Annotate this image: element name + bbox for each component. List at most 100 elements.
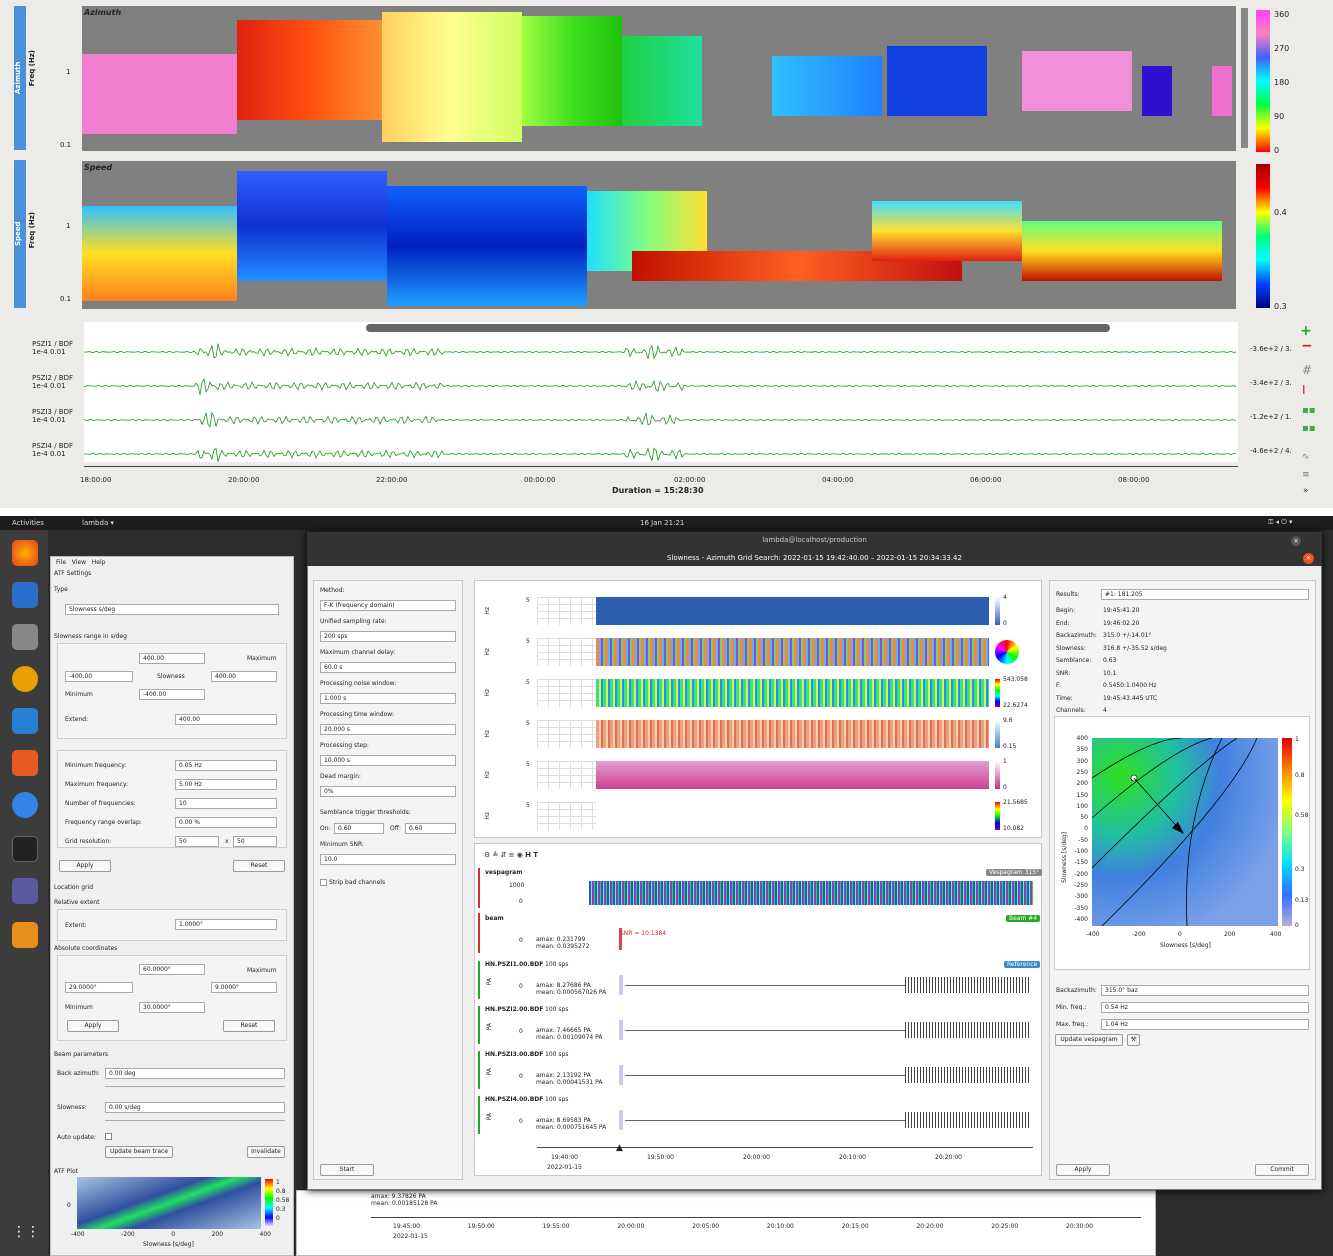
speed-spectrogram[interactable]	[82, 161, 1236, 309]
trace-pick[interactable]	[619, 1020, 623, 1040]
menu-view[interactable]: View	[72, 559, 86, 566]
baz2-input[interactable]: 315.0° baz	[1101, 985, 1309, 996]
max-freq-input[interactable]: 5.00 Hz	[175, 779, 277, 790]
app-menu[interactable]: lambda ▾	[82, 519, 114, 527]
time-scrollbar[interactable]	[366, 324, 1110, 332]
reset2-button[interactable]: Reset	[223, 1020, 275, 1032]
invalidate-button[interactable]: Invalidate	[247, 1146, 285, 1158]
screenshot-icon[interactable]	[12, 878, 38, 904]
files-icon[interactable]	[12, 624, 38, 650]
mail-icon[interactable]	[12, 582, 38, 608]
min-freq-input[interactable]: 0.05 Hz	[175, 760, 277, 771]
azimuth-tab[interactable]: Azimuth	[14, 6, 26, 150]
writer-icon[interactable]	[12, 708, 38, 734]
abs-right-input[interactable]: 9.0000°	[211, 982, 277, 993]
clock[interactable]: 16 Jan 21:21	[640, 519, 684, 527]
trace-toolbar[interactable]: ⚙ ≜ ⇵ ≡ ◉ H T	[484, 851, 538, 859]
reset-button[interactable]: Reset	[233, 860, 285, 872]
on-input[interactable]: 0.60	[334, 823, 384, 834]
baz-slider[interactable]	[105, 1086, 285, 1087]
trace-pick[interactable]	[619, 1065, 623, 1085]
lambda-icon[interactable]	[12, 922, 38, 948]
apply-button[interactable]: Apply	[59, 860, 111, 872]
filter-icon[interactable]: ∿	[1302, 452, 1310, 462]
trace-pick[interactable]	[619, 975, 623, 995]
activities-button[interactable]: Activities	[12, 519, 44, 527]
off-input[interactable]: 0.60	[405, 823, 456, 834]
firefox-icon[interactable]	[12, 540, 38, 566]
expand-icon[interactable]: »	[1303, 486, 1309, 496]
hm-image[interactable]	[596, 720, 989, 748]
strip-bad-checkbox[interactable]	[320, 879, 327, 886]
hm-image[interactable]	[596, 802, 989, 830]
grid-icon[interactable]: #	[1302, 363, 1312, 377]
param-input-dm[interactable]: 0%	[320, 786, 456, 797]
app-grid-icon[interactable]: ⋮⋮	[12, 1224, 40, 1250]
beam-pick[interactable]	[619, 928, 622, 950]
param-input-ptw[interactable]: 20.000 s	[320, 724, 456, 735]
terminal-icon[interactable]	[12, 836, 38, 862]
trace-pick[interactable]	[619, 1110, 623, 1130]
apply2-button[interactable]: Apply	[67, 1020, 119, 1032]
slowness-min-input[interactable]: -400.00	[139, 689, 205, 700]
fk-plot[interactable]	[1092, 738, 1278, 926]
vespagram-image[interactable]	[589, 881, 1033, 905]
list-icon[interactable]: ≡	[1302, 470, 1310, 480]
zoom-out-icon[interactable]: −	[1301, 338, 1313, 354]
azimuth-spectrogram[interactable]	[82, 6, 1236, 151]
overlap-input[interactable]: 0.00 %	[175, 817, 277, 828]
close-icon[interactable]: ×	[1291, 536, 1301, 546]
apply-results-button[interactable]: Apply	[1056, 1164, 1110, 1176]
hm-image[interactable]	[596, 679, 989, 707]
speed-tab[interactable]: Speed	[14, 160, 26, 308]
help-icon[interactable]	[12, 792, 38, 818]
maxf-input[interactable]: 1.04 Hz	[1101, 1019, 1309, 1030]
start-button[interactable]: Start	[320, 1164, 374, 1176]
minf-input[interactable]: 0.54 Hz	[1101, 1002, 1309, 1013]
rhythmbox-icon[interactable]	[12, 666, 38, 692]
menu-file[interactable]: File	[56, 559, 66, 566]
azimuth-scrollbar[interactable]	[1241, 8, 1248, 148]
abs-min-input[interactable]: 30.0000°	[139, 1002, 205, 1013]
update-vespagram-button[interactable]: Update vespagram	[1055, 1034, 1123, 1046]
min-snr-input[interactable]: 10.0	[320, 854, 456, 865]
type-select[interactable]: Slowness s/deg	[65, 604, 279, 615]
extend-input[interactable]: 400.00	[175, 714, 277, 725]
slowness-max-input[interactable]: 400.00	[139, 653, 205, 664]
results-select[interactable]: #1: 181.205	[1101, 589, 1309, 600]
menu-help[interactable]: Help	[92, 559, 106, 566]
param-input-mcd[interactable]: 60.0 s	[320, 662, 456, 673]
wrench-icon[interactable]: ⚒	[1127, 1034, 1140, 1046]
hm-image[interactable]	[596, 761, 989, 789]
baz-input[interactable]: 0.00 deg	[105, 1068, 285, 1079]
atf-plot[interactable]	[77, 1177, 261, 1229]
update-beam-button[interactable]: Update beam trace	[105, 1146, 173, 1158]
auto-update-checkbox[interactable]	[105, 1133, 112, 1140]
zoom-in-icon[interactable]: +	[1300, 323, 1312, 339]
grid-res-b-input[interactable]: 50	[233, 836, 277, 847]
hm-image[interactable]	[596, 597, 989, 625]
slow-input[interactable]: 0.00 s/deg	[105, 1102, 285, 1113]
slow-slider[interactable]	[105, 1120, 285, 1121]
hm-image[interactable]	[596, 638, 989, 666]
amplitude-icon[interactable]: I	[1302, 383, 1306, 397]
param-input-ps[interactable]: 10.000 s	[320, 755, 456, 766]
system-tray-icon[interactable]: ⚿ ◂ ⏻ ▾	[1268, 518, 1293, 527]
software-icon[interactable]	[12, 750, 38, 776]
time-cursor-icon[interactable]: ▲	[616, 1143, 623, 1153]
slowness-right-input[interactable]: 400.00	[211, 671, 277, 682]
commit-button[interactable]: Commit	[1255, 1164, 1309, 1176]
slowness-left-input[interactable]: -400.00	[65, 671, 133, 682]
extent-input[interactable]: 1.0000°	[175, 919, 277, 930]
abs-minimum-label: Minimum	[65, 1004, 93, 1011]
nfreq-input[interactable]: 10	[175, 798, 277, 809]
param-input-usr[interactable]: 200 sps	[320, 631, 456, 642]
layout2-icon[interactable]: ▪▪	[1302, 423, 1316, 434]
abs-left-input[interactable]: 29.0000°	[65, 982, 133, 993]
abs-max-input[interactable]: 60.0000°	[139, 964, 205, 975]
dialog-close-icon[interactable]: ×	[1303, 553, 1314, 564]
grid-res-a-input[interactable]: 50	[175, 836, 219, 847]
param-input-method[interactable]: F-K (frequency domain)	[320, 600, 456, 611]
param-input-pnw[interactable]: 1.000 s	[320, 693, 456, 704]
layout-icon[interactable]: ▪▪	[1302, 405, 1316, 416]
